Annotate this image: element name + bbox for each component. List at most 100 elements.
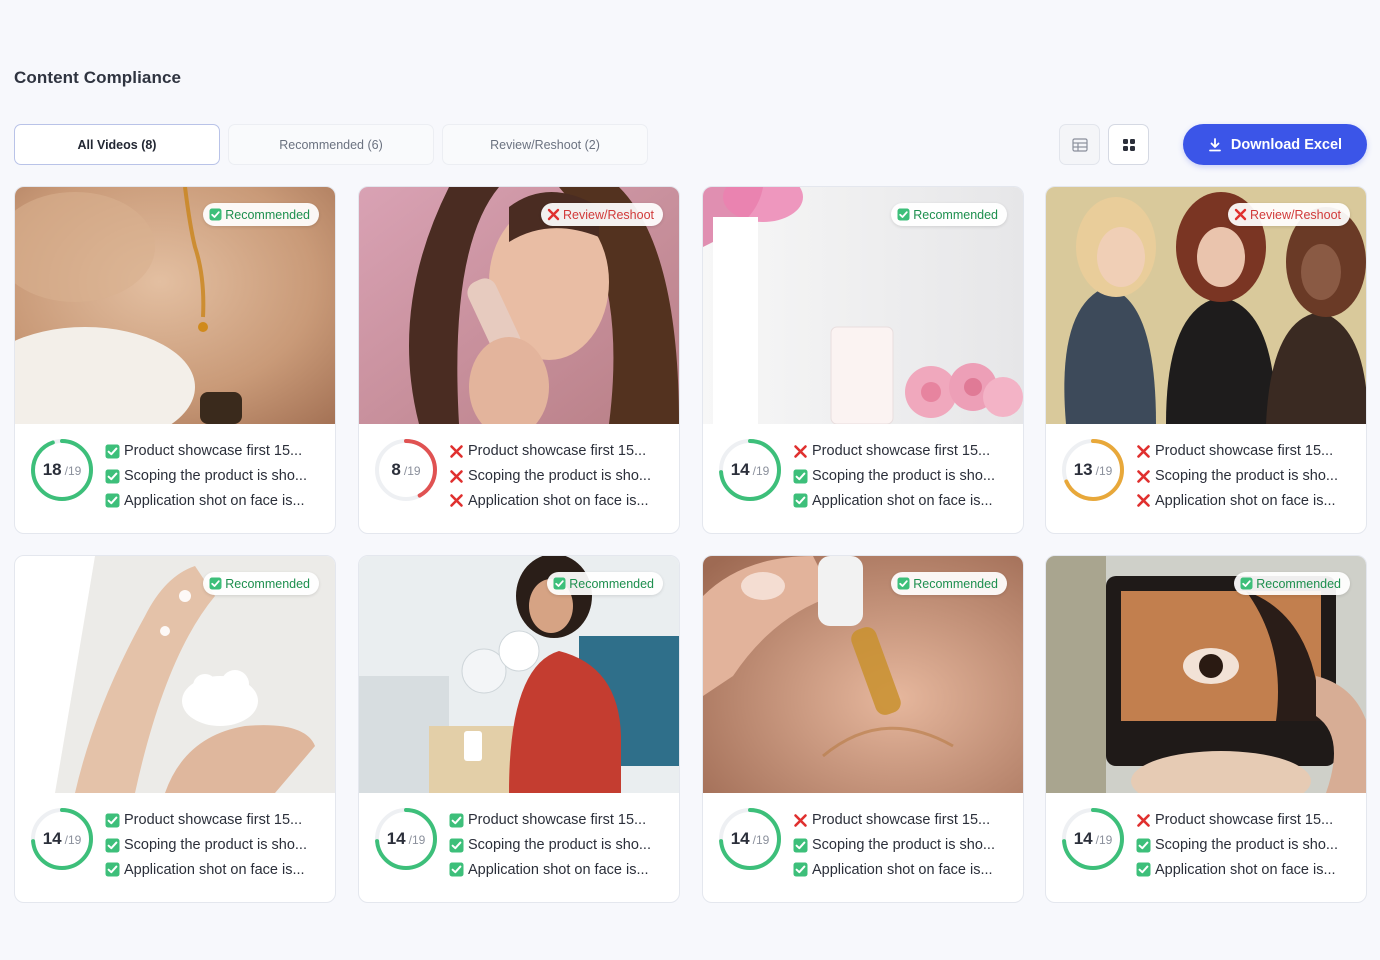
check-icon bbox=[793, 469, 808, 484]
score-ring: 18/19 bbox=[30, 438, 94, 502]
score-ring: 14/19 bbox=[1061, 807, 1125, 871]
check-label: Application shot on face is... bbox=[1155, 492, 1336, 509]
score-total: /19 bbox=[1095, 464, 1113, 478]
check-icon bbox=[105, 469, 120, 484]
check-item: Application shot on face is... bbox=[105, 857, 330, 882]
cross-icon bbox=[449, 469, 464, 484]
score-value: 13 bbox=[1073, 460, 1093, 479]
check-label: Product showcase first 15... bbox=[1155, 443, 1334, 460]
check-icon bbox=[449, 813, 464, 828]
score-value: 8 bbox=[391, 460, 401, 479]
check-icon bbox=[105, 444, 120, 459]
cross-icon bbox=[1234, 208, 1247, 221]
status-badge: Recommended bbox=[891, 203, 1007, 226]
score-total: /19 bbox=[64, 833, 82, 847]
score-ring: 8/19 bbox=[374, 438, 438, 502]
tab-all-videos[interactable]: All Videos (8) bbox=[14, 124, 220, 165]
check-icon bbox=[793, 493, 808, 508]
check-icon bbox=[105, 862, 120, 877]
check-label: Scoping the product is sho... bbox=[124, 468, 307, 485]
video-card[interactable]: Review/Reshoot 8/19 Product showcase first… bbox=[358, 186, 680, 534]
score-value: 14 bbox=[730, 460, 750, 479]
score-value: 14 bbox=[42, 829, 62, 848]
video-thumbnail[interactable]: Recommended bbox=[359, 556, 679, 793]
video-card[interactable]: Recommended 14/19 Product showcase first 1… bbox=[358, 555, 680, 903]
status-badge: Recommended bbox=[1234, 572, 1350, 595]
check-label: Scoping the product is sho... bbox=[124, 837, 307, 854]
status-label: Review/Reshoot bbox=[562, 207, 654, 222]
video-thumbnail[interactable]: Review/Reshoot bbox=[359, 187, 679, 424]
score-value: 14 bbox=[386, 829, 406, 848]
check-icon bbox=[793, 862, 808, 877]
video-card[interactable]: Recommended 14/19 Product showcase first 1… bbox=[1045, 555, 1367, 903]
check-item: Scoping the product is sho... bbox=[793, 833, 1018, 858]
score-value: 14 bbox=[730, 829, 750, 848]
status-badge: Recommended bbox=[203, 572, 319, 595]
card-body: 14/19 Product showcase first 15... Scoping… bbox=[359, 793, 679, 902]
check-icon bbox=[1240, 577, 1253, 590]
check-label: Scoping the product is sho... bbox=[468, 468, 651, 485]
check-label: Scoping the product is sho... bbox=[1155, 468, 1338, 485]
check-item: Scoping the product is sho... bbox=[105, 833, 330, 858]
video-card[interactable]: Recommended 14/19 Product showcase first 1… bbox=[702, 186, 1024, 534]
page-title: Content Compliance bbox=[14, 68, 182, 87]
cross-icon bbox=[449, 444, 464, 459]
score-total: /19 bbox=[408, 833, 426, 847]
grid-view-button[interactable] bbox=[1108, 124, 1149, 165]
check-icon bbox=[449, 862, 464, 877]
score-ring: 14/19 bbox=[718, 438, 782, 502]
video-card[interactable]: Recommended 14/19 Product showcase first 1… bbox=[702, 555, 1024, 903]
check-label: Application shot on face is... bbox=[468, 492, 649, 509]
compliance-checks: Product showcase first 15... Scoping the … bbox=[105, 808, 330, 882]
check-label: Application shot on face is... bbox=[124, 492, 305, 509]
cross-icon bbox=[793, 813, 808, 828]
cross-icon bbox=[1136, 444, 1151, 459]
check-item: Scoping the product is sho... bbox=[793, 464, 1018, 489]
status-badge: Recommended bbox=[891, 572, 1007, 595]
check-item: Scoping the product is sho... bbox=[1136, 833, 1361, 858]
tab-review-reshoot[interactable]: Review/Reshoot (2) bbox=[442, 124, 648, 165]
check-label: Product showcase first 15... bbox=[124, 812, 303, 829]
video-thumbnail[interactable]: Recommended bbox=[703, 187, 1023, 424]
card-body: 14/19 Product showcase first 15... Scoping… bbox=[1046, 793, 1366, 902]
check-item: Application shot on face is... bbox=[449, 857, 674, 882]
status-badge: Recommended bbox=[547, 572, 663, 595]
card-body: 18/19 Product showcase first 15... Scoping… bbox=[15, 424, 335, 533]
tab-recommended[interactable]: Recommended (6) bbox=[228, 124, 434, 165]
grid-view-icon bbox=[1122, 138, 1136, 152]
status-badge: Review/Reshoot bbox=[1227, 203, 1350, 226]
compliance-checks: Product showcase first 15... Scoping the … bbox=[449, 439, 674, 513]
check-icon bbox=[105, 838, 120, 853]
score-ring: 14/19 bbox=[374, 807, 438, 871]
table-view-icon bbox=[1071, 137, 1088, 152]
video-thumbnail[interactable]: Recommended bbox=[703, 556, 1023, 793]
score-ring: 14/19 bbox=[718, 807, 782, 871]
status-label: Recommended bbox=[913, 207, 998, 222]
download-excel-button[interactable]: Download Excel bbox=[1183, 124, 1367, 165]
score-value: 14 bbox=[1073, 829, 1093, 848]
status-badge: Review/Reshoot bbox=[540, 203, 663, 226]
status-label: Recommended bbox=[569, 576, 654, 591]
check-item: Product showcase first 15... bbox=[793, 808, 1018, 833]
check-item: Application shot on face is... bbox=[1136, 488, 1361, 513]
video-thumbnail[interactable]: Recommended bbox=[15, 556, 335, 793]
check-icon bbox=[105, 493, 120, 508]
video-thumbnail[interactable]: Recommended bbox=[1046, 556, 1366, 793]
check-label: Product showcase first 15... bbox=[468, 443, 647, 460]
video-card[interactable]: Recommended 18/19 Product showcase first 1… bbox=[14, 186, 336, 534]
cross-icon bbox=[1136, 813, 1151, 828]
check-label: Scoping the product is sho... bbox=[1155, 837, 1338, 854]
check-label: Product showcase first 15... bbox=[124, 443, 303, 460]
compliance-checks: Product showcase first 15... Scoping the … bbox=[1136, 439, 1361, 513]
video-card[interactable]: Review/Reshoot 13/19 Product showcase firs… bbox=[1045, 186, 1367, 534]
status-label: Recommended bbox=[913, 576, 998, 591]
score-total: /19 bbox=[64, 464, 82, 478]
table-view-button[interactable] bbox=[1059, 124, 1100, 165]
check-item: Product showcase first 15... bbox=[105, 439, 330, 464]
video-thumbnail[interactable]: Recommended bbox=[15, 187, 335, 424]
check-icon bbox=[553, 577, 566, 590]
video-thumbnail[interactable]: Review/Reshoot bbox=[1046, 187, 1366, 424]
video-card[interactable]: Recommended 14/19 Product showcase first 1… bbox=[14, 555, 336, 903]
check-icon bbox=[1136, 838, 1151, 853]
status-badge: Recommended bbox=[203, 203, 319, 226]
